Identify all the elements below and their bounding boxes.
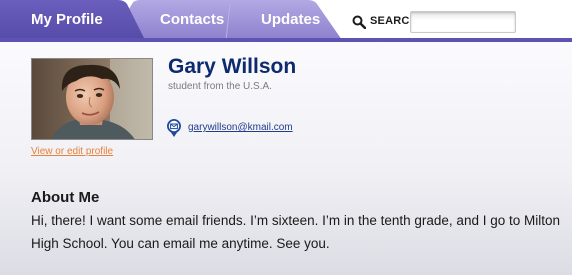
profile-content: View or edit profile Gary Willson studen…	[0, 42, 572, 275]
about-text: Hi, there! I want some email friends. I’…	[31, 213, 560, 251]
tab-my-profile[interactable]: My Profile	[31, 0, 103, 40]
top-nav: My Profile Contacts Updates SEARCH	[0, 0, 572, 42]
email-link[interactable]: garywillson@kmail.com	[188, 122, 293, 133]
edit-profile-link[interactable]: View or edit profile	[31, 146, 113, 157]
search-icon[interactable]	[352, 15, 367, 30]
email-icon	[166, 118, 182, 138]
profile-page: My Profile Contacts Updates SEARCH View …	[0, 0, 572, 275]
profile-subtitle: student from the U.S.A.	[168, 81, 272, 92]
search-input[interactable]	[410, 11, 516, 33]
profile-photo	[31, 58, 153, 140]
tab-updates[interactable]: Updates	[261, 0, 320, 40]
tab-contacts[interactable]: Contacts	[160, 0, 224, 40]
profile-name: Gary Willson	[168, 55, 297, 78]
about-heading: About Me	[31, 189, 100, 206]
